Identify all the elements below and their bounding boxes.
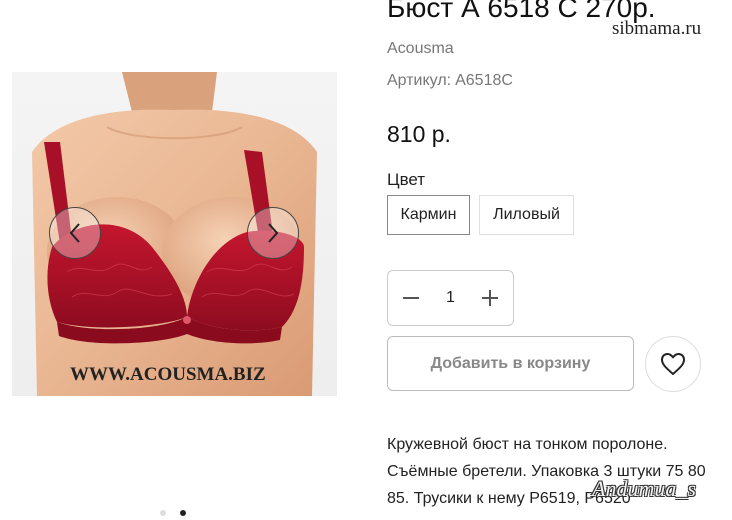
sku-value: A6518C — [455, 72, 513, 89]
product-brand[interactable]: Acousma — [387, 40, 454, 58]
product-sku: Артикул: A6518C — [387, 72, 513, 90]
chevron-right-icon — [268, 223, 279, 243]
sku-label: Артикул: — [387, 72, 452, 89]
add-to-cart-button[interactable]: Добавить в корзину — [387, 336, 634, 391]
gallery-dot-1[interactable] — [160, 510, 166, 516]
color-option-lilac[interactable]: Лиловый — [479, 195, 574, 235]
decrease-quantity-button[interactable] — [401, 288, 421, 308]
color-label: Цвет — [387, 170, 426, 189]
gallery-next-button[interactable] — [247, 207, 299, 259]
color-option-carmine[interactable]: Кармин — [387, 195, 470, 235]
heart-icon — [661, 353, 685, 375]
quantity-stepper: 1 — [387, 270, 514, 326]
increase-quantity-button[interactable] — [480, 288, 500, 308]
watermark-sibmama: sibmama.ru — [612, 18, 702, 39]
gallery-pagination — [160, 510, 186, 516]
image-caption: WWW.ACOUSMA.BIZ — [70, 364, 266, 385]
watermark-andumua: Andumua_s — [592, 476, 696, 501]
product-price: 810 р. — [387, 121, 451, 147]
chevron-left-icon — [69, 223, 80, 243]
gallery-dot-2[interactable] — [180, 510, 186, 516]
minus-icon — [403, 297, 419, 299]
wishlist-button[interactable] — [645, 336, 701, 392]
quantity-value[interactable]: 1 — [446, 289, 455, 307]
gallery-prev-button[interactable] — [49, 207, 101, 259]
